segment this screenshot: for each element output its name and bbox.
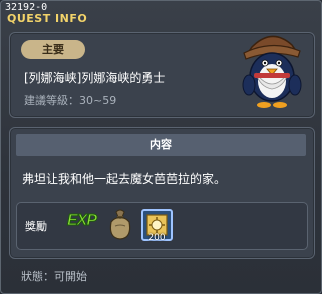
content-header: 内容 bbox=[16, 134, 306, 156]
quest-summary-panel: 主要 [列娜海峡]列娜海峡的勇士 建議等級：30~59 bbox=[9, 32, 315, 118]
exp-icon: EXP bbox=[66, 212, 97, 230]
reward-box: 獎勵 EXP 200 bbox=[16, 202, 308, 250]
reward-label: 獎勵 bbox=[25, 220, 47, 233]
money-bag-icon bbox=[109, 209, 131, 240]
penguin-npc-icon bbox=[242, 35, 302, 108]
quest-info-window: 32192-0 QUEST INFO 主要 [列娜海峡]列娜海峡的勇士 建議等級… bbox=[0, 0, 322, 294]
quest-name: [列娜海峡]列娜海峡的勇士 bbox=[24, 71, 166, 85]
item-count: 200 bbox=[148, 233, 166, 243]
quest-status: 狀態：可開始 bbox=[21, 270, 87, 283]
window-title: QUEST INFO bbox=[7, 12, 88, 25]
quest-description: 弗坦让我和他一起去魔女芭芭拉的家。 bbox=[22, 172, 227, 186]
quest-type-badge: 主要 bbox=[21, 40, 85, 59]
recommended-level: 建議等級：30~59 bbox=[24, 94, 117, 107]
quest-content-panel: 内容 弗坦让我和他一起去魔女芭芭拉的家。 獎勵 EXP 200 bbox=[9, 127, 315, 259]
